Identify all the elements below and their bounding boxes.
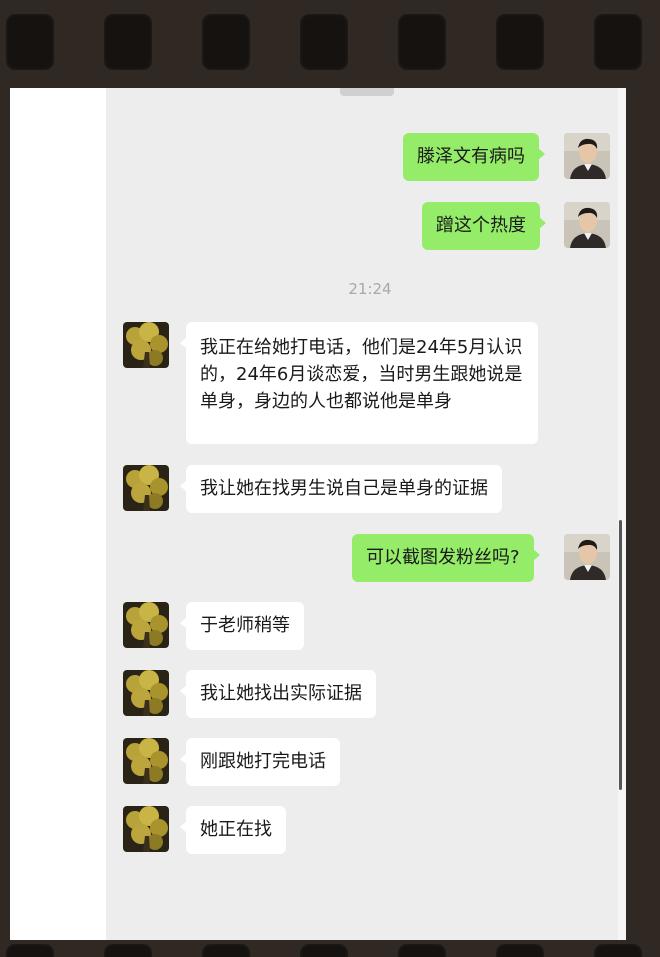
sprocket-hole [202,944,250,957]
sprocket-hole [202,14,250,70]
sprocket-hole [300,944,348,957]
message-text: 她正在找 [200,819,272,840]
left-margin [10,88,106,940]
yellow-tree-night-avatar-icon[interactable] [123,465,169,511]
message-timestamp: 21:24 [348,280,392,298]
message-text: 于老师稍等 [200,615,290,636]
sprocket-hole [6,14,54,70]
scrollbar[interactable] [619,520,622,790]
sprocket-hole [496,14,544,70]
sprocket-hole [104,944,152,957]
message-text: 我正在给她打电话，他们是24年5月认识的，24年6月谈恋爱，当时男生跟她说是单身… [200,337,523,412]
message-text: 滕泽文有病吗 [417,146,525,167]
man-portrait-avatar-icon[interactable] [564,534,610,580]
sprocket-hole [594,14,642,70]
right-margin [618,88,626,940]
sprocket-hole [6,944,54,957]
message-bubble-outgoing[interactable]: 滕泽文有病吗 [403,133,545,181]
message-bubble-incoming[interactable]: 刚跟她打完电话 [180,738,340,786]
sprocket-hole [398,944,446,957]
message-bubble-incoming[interactable]: 我让她找出实际证据 [180,670,376,718]
yellow-tree-night-avatar-icon[interactable] [123,670,169,716]
film-sprocket-holes-top [0,0,660,86]
man-portrait-avatar-icon[interactable] [564,133,610,179]
message-text: 我让她在找男生说自己是单身的证据 [200,478,488,499]
man-portrait-avatar-icon[interactable] [564,202,610,248]
sprocket-hole [300,14,348,70]
yellow-tree-night-avatar-icon[interactable] [123,806,169,852]
sprocket-hole [594,944,642,957]
message-bubble-incoming[interactable]: 于老师稍等 [180,602,304,650]
message-text: 刚跟她打完电话 [200,751,326,772]
message-text: 可以截图发粉丝吗? [366,547,520,568]
message-bubble-outgoing[interactable]: 蹭这个热度 [422,202,546,250]
chat-screen: 滕泽文有病吗 蹭这个热度 21:24 我正在给她打电话，他们是24年5月认识的，… [10,88,626,940]
pull-indicator [340,88,394,96]
message-bubble-incoming[interactable]: 我正在给她打电话，他们是24年5月认识的，24年6月谈恋爱，当时男生跟她说是单身… [180,322,538,444]
yellow-tree-night-avatar-icon[interactable] [123,322,169,368]
message-bubble-incoming[interactable]: 她正在找 [180,806,286,854]
message-bubble-incoming[interactable]: 我让她在找男生说自己是单身的证据 [180,465,502,513]
message-bubble-outgoing[interactable]: 可以截图发粉丝吗? [352,534,540,582]
sprocket-hole [398,14,446,70]
message-text: 我让她找出实际证据 [200,683,362,704]
sprocket-hole [104,14,152,70]
yellow-tree-night-avatar-icon[interactable] [123,738,169,784]
message-text: 蹭这个热度 [436,215,526,236]
sprocket-hole [496,944,544,957]
film-sprocket-holes-bottom [0,940,660,957]
yellow-tree-night-avatar-icon[interactable] [123,602,169,648]
